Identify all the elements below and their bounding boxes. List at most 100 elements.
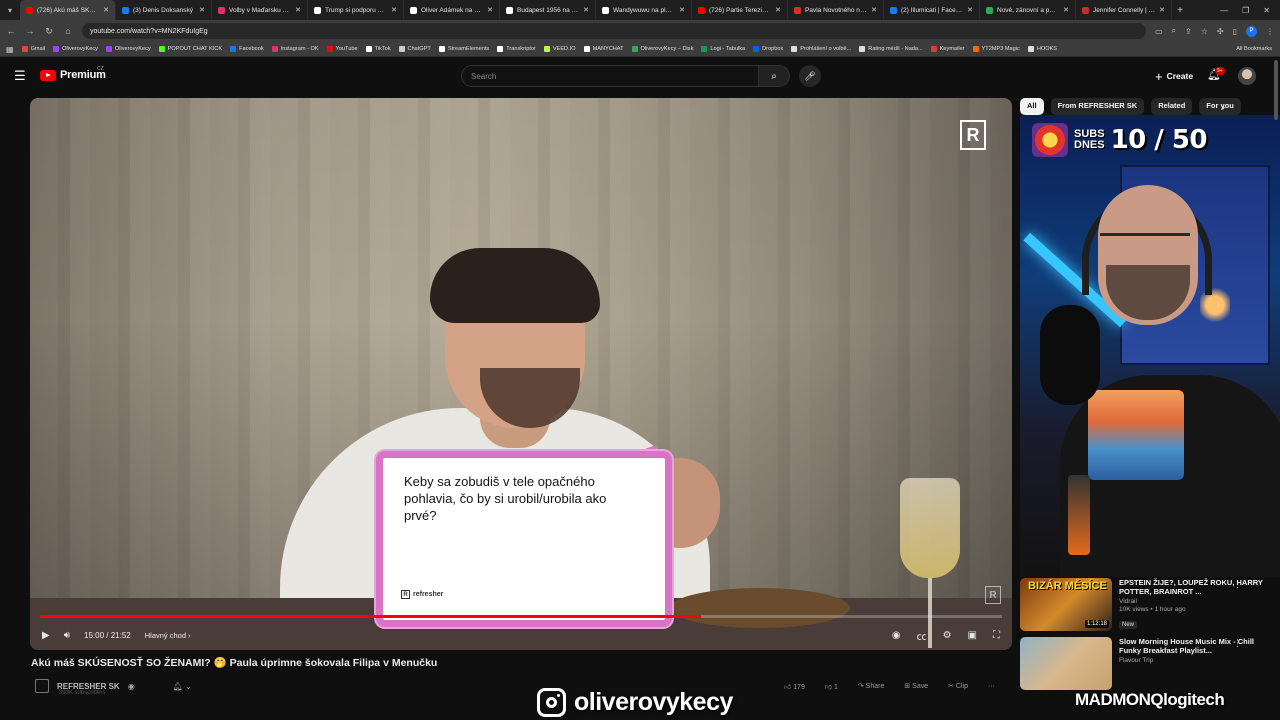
video-title-link[interactable]: EPSTEIN ŽIJE?, LOUPEŽ ROKU, HARRY POTTER… [1119,578,1267,596]
browser-tab[interactable]: Wandywuwu na platformě X ✕ [596,0,692,20]
video-player[interactable]: R R Keby sa zobudiš v tele opačného pohl… [30,98,1012,650]
tab-close-icon[interactable]: ✕ [1063,6,1069,14]
voice-search-button[interactable]: 🎤︎ [799,65,821,87]
new-tab-button[interactable]: + [1172,0,1188,20]
browser-tab[interactable]: Nové, zánovní a použité ✕ [980,0,1076,20]
browser-tab[interactable]: Budapest 1956 na platformě X ✕ [500,0,596,20]
bookmark-item[interactable]: TikTok [365,46,391,52]
browser-tab[interactable]: Jennifer Connelly | ČSFD ✕ [1076,0,1172,20]
list-item[interactable]: BIZÁR MĚSÍCE 1:12:18 EPSTEIN ŽIJE?, LOUP… [1020,577,1280,636]
bookmark-item[interactable]: YouTube [326,46,358,52]
tab-close-icon[interactable]: ✕ [775,6,781,14]
browser-tab[interactable]: Pavla Novotného napadl✕ [788,0,884,20]
progress-bar[interactable] [40,615,1002,618]
bookmark-item[interactable]: Rating médií - Nada... [859,46,923,52]
tab-close-icon[interactable]: ✕ [103,6,109,14]
tab-search-icon[interactable]: ▾ [0,0,20,20]
create-button[interactable]: + Create [1147,67,1201,85]
subscribed-bell-icon[interactable]: 🔔︎ ⌄ [173,682,192,691]
tab-close-icon[interactable]: ✕ [295,6,301,14]
play-icon[interactable]: ▶ [42,630,50,641]
channel-name[interactable]: Flavour Trip [1119,657,1267,664]
home-icon[interactable]: ⌂ [63,26,73,36]
bookmark-item[interactable]: YT2MP3 Magic [972,46,1020,52]
bookmark-item[interactable]: Prohlášení o volbě... [791,46,851,52]
bookmark-item[interactable]: ChatGPT [398,46,431,52]
forward-icon[interactable]: → [25,26,35,36]
filter-chip[interactable]: Related [1151,98,1193,115]
settings-gear-icon[interactable]: ⚙ [943,630,952,641]
browser-tab[interactable]: (2) Illumicati | Facebook ✕ [884,0,980,20]
bookmark-item[interactable]: Dropbox [753,46,783,52]
video-thumbnail[interactable] [1020,637,1112,690]
browser-tab[interactable]: (726) Akú máš SKÚSENOSŤ SO ŽENAMI ✕ [20,0,116,20]
bookmark-item[interactable]: OliverovyKecy [105,46,151,52]
bookmark-star-icon[interactable]: ☆ [1201,27,1208,36]
page-scrollbar[interactable] [1274,60,1278,120]
dislike-button[interactable]: 👎︎ 1 [825,682,838,691]
browser-tab[interactable]: Trump si podporu Orbána ✕ [308,0,404,20]
tab-close-icon[interactable]: ✕ [487,6,493,14]
bookmark-item[interactable]: POPOUT CHAT KICK [158,46,222,52]
autoplay-toggle-icon[interactable]: ◉ [892,630,901,641]
back-icon[interactable]: ← [6,26,16,36]
browser-tab[interactable]: Volby v Maďarsku 2026 ✕ [212,0,308,20]
list-item[interactable]: Slow Morning House Music Mix - Chill Fun… [1020,636,1280,695]
bookmark-item[interactable]: OliverovyKecy [53,46,98,52]
account-avatar[interactable] [1238,67,1256,85]
browser-tab[interactable]: (726) Partie Terezie Tománkové ✕ [692,0,788,20]
bookmark-item[interactable]: Instagram - OK [271,46,319,52]
url-field[interactable]: youtube.com/watch?v=MN2KFduIgEg [82,23,1146,39]
share-icon[interactable]: ⇪ [1185,27,1192,36]
bookmark-item[interactable]: Gmail [21,46,45,52]
bookmark-item[interactable]: OliverovyKecy – Disk [631,46,693,52]
channel-avatar[interactable] [35,679,49,693]
video-title-link[interactable]: Slow Morning House Music Mix - Chill Fun… [1119,637,1267,655]
cast-icon[interactable]: ▭ [1155,27,1163,36]
more-options-icon[interactable]: ⋮ [1233,638,1242,649]
captions-icon[interactable]: ㏄ [917,628,927,643]
tab-close-icon[interactable]: ✕ [583,6,589,14]
save-button[interactable]: ⊞ Save [904,682,928,691]
filter-chip[interactable]: All [1020,98,1044,115]
tab-close-icon[interactable]: ✕ [967,6,973,14]
minimize-icon[interactable]: — [1220,6,1228,15]
volume-icon[interactable]: 🔊︎ [64,630,70,641]
profile-avatar[interactable]: P [1246,25,1257,37]
zoom-icon[interactable]: ⌕ [1172,26,1176,36]
sidepanel-icon[interactable]: ▯ [1233,27,1237,36]
like-button[interactable]: 👍︎ 179 [784,682,805,691]
bookmark-item[interactable]: Keymailer [930,46,965,52]
menu-icon[interactable]: ☰ [14,69,26,82]
maximize-icon[interactable]: ❐ [1242,6,1249,15]
bookmark-item[interactable]: Logi - Tabulka [701,46,745,52]
search-button[interactable]: ⌕ [758,65,790,87]
browser-menu-icon[interactable]: ⋮ [1266,27,1274,36]
miniplayer-icon[interactable]: ▣ [968,630,977,641]
chips-next-icon[interactable]: › [1222,102,1225,112]
youtube-premium-logo[interactable]: Premium [40,69,106,81]
bookmark-item[interactable]: HOOKS [1027,46,1057,52]
all-bookmarks-button[interactable]: All Bookmarks [1236,46,1280,52]
extensions-icon[interactable]: ✣ [1217,27,1224,36]
channel-name[interactable]: Vidrail [1119,598,1267,605]
bookmark-item[interactable]: StreamElements [438,46,489,52]
browser-tab[interactable]: (3) Denis Doksanský ✕ [116,0,212,20]
more-options-icon[interactable]: ⋮ [1233,579,1242,590]
bookmark-item[interactable]: MANYCHAT [583,46,624,52]
bookmark-item[interactable]: Facebook [230,46,264,52]
filter-chip[interactable]: From REFRESHER SK [1050,98,1145,115]
search-input[interactable]: Search [461,65,759,87]
channel-watermark-icon[interactable]: R [985,586,1001,604]
chapter-button[interactable]: Hlavný chod › [145,631,191,640]
close-window-icon[interactable]: ✕ [1263,6,1270,15]
more-actions-icon[interactable]: ⋯ [988,682,995,691]
share-button[interactable]: ↷ Share [858,682,885,691]
tab-close-icon[interactable]: ✕ [391,6,397,14]
video-thumbnail[interactable]: BIZÁR MĚSÍCE 1:12:18 [1020,578,1112,631]
tab-close-icon[interactable]: ✕ [871,6,877,14]
filter-chip[interactable]: For you [1199,98,1241,115]
clip-button[interactable]: ✂ Clip [948,682,968,691]
tab-close-icon[interactable]: ✕ [679,6,685,14]
reload-icon[interactable]: ↻ [44,26,54,37]
